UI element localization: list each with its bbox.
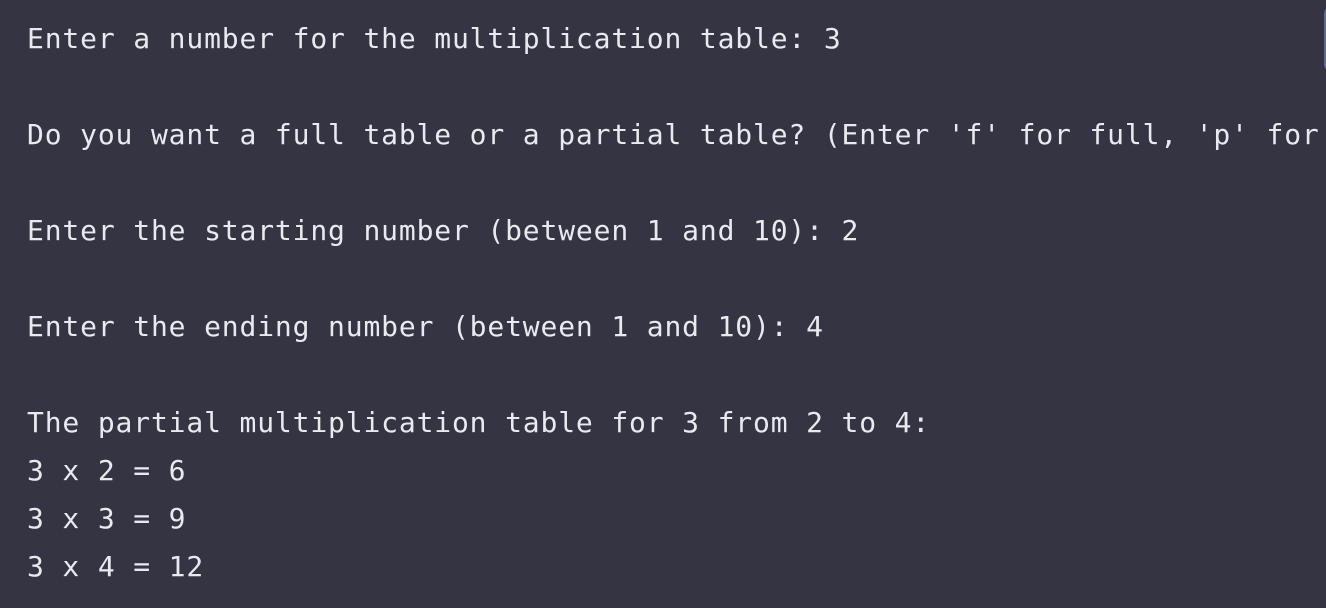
terminal-output: Enter a number for the multiplication ta…	[0, 0, 1326, 608]
terminal-line: Enter the ending number (between 1 and 1…	[27, 310, 824, 343]
terminal-line: Do you want a full table or a partial ta…	[27, 118, 1326, 151]
terminal-line: Enter a number for the multiplication ta…	[27, 22, 842, 55]
terminal-line: 3 x 4 = 12	[27, 550, 205, 583]
terminal-line: 3 x 3 = 9	[27, 502, 187, 535]
terminal-line: Enter the starting number (between 1 and…	[27, 214, 860, 247]
terminal-line: The partial multiplication table for 3 f…	[27, 406, 931, 439]
terminal-line: 3 x 2 = 6	[27, 454, 187, 487]
